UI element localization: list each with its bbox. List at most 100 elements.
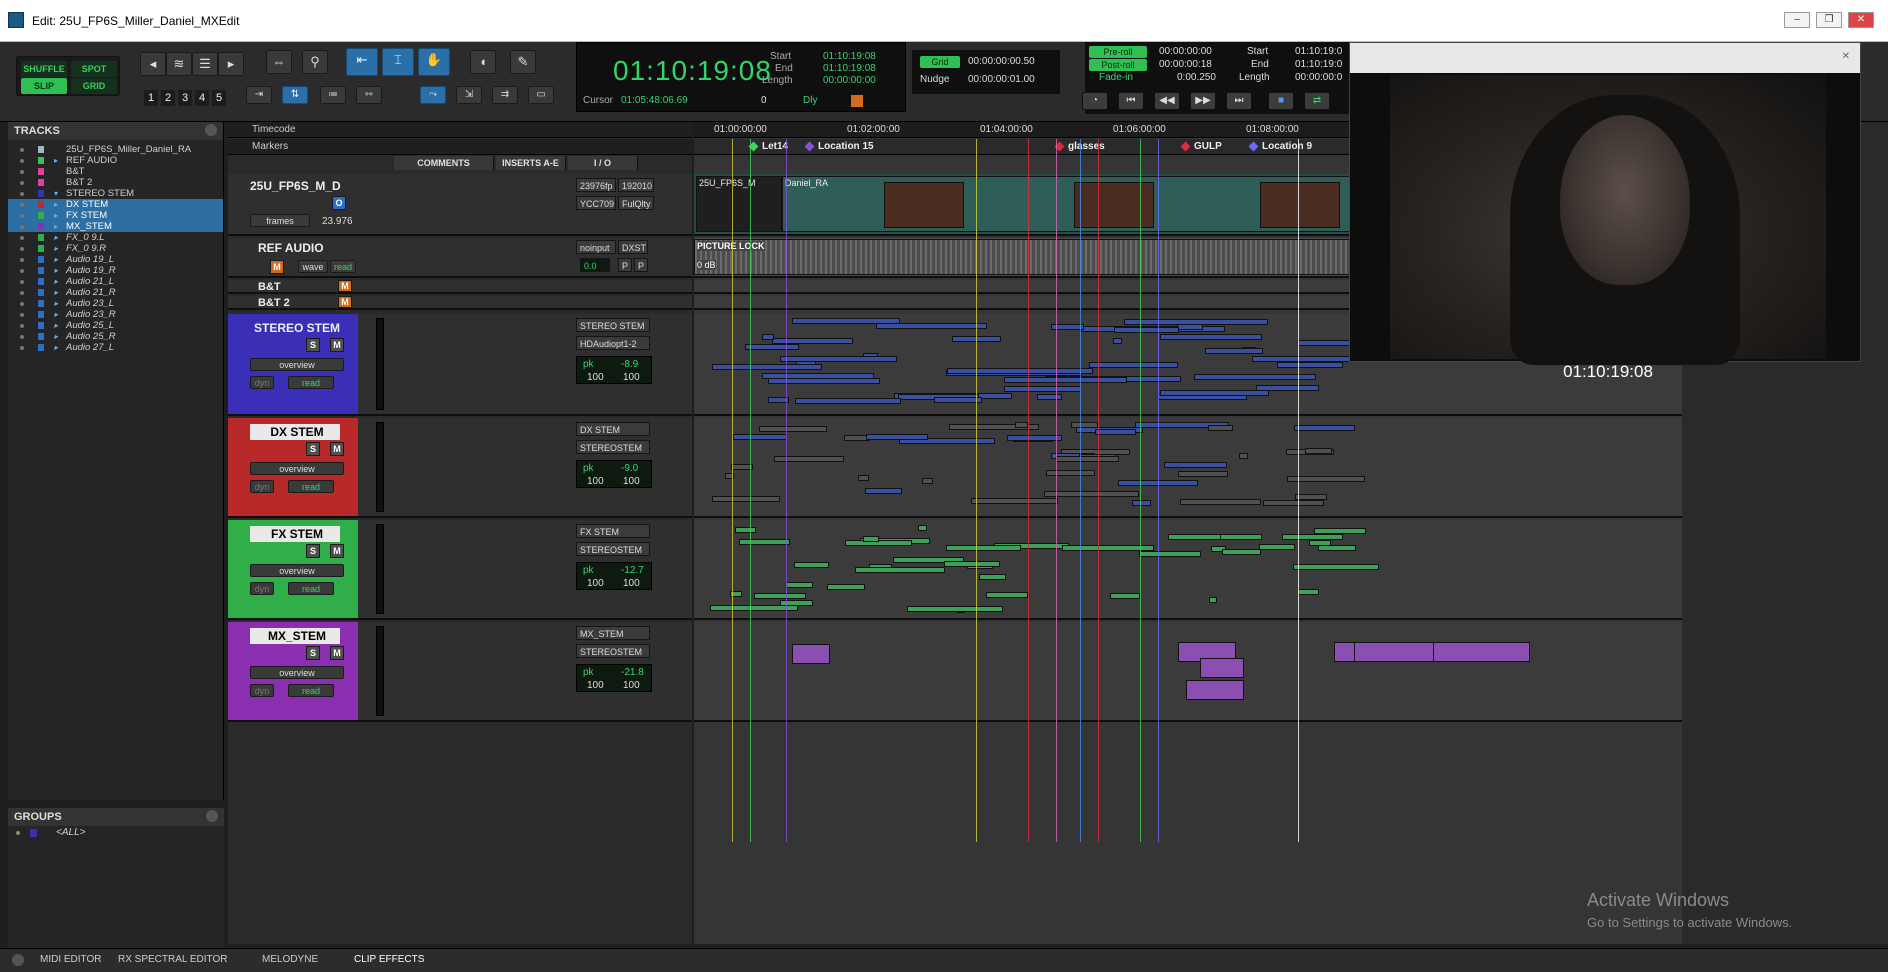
spot-mode-button[interactable]: SPOT	[71, 61, 117, 77]
track-show-dot-icon[interactable]	[20, 324, 24, 328]
search-icon[interactable]: ⚲	[302, 50, 328, 74]
zoom-preset-2[interactable]: 2	[161, 90, 175, 106]
audio-clip[interactable]	[762, 334, 774, 340]
audio-clip[interactable]	[947, 368, 1093, 374]
video-clip[interactable]: 25U_FP6S_M	[696, 176, 782, 232]
audio-clip[interactable]	[1164, 462, 1227, 468]
track-list-item[interactable]: ▸ Audio 25_R	[8, 331, 223, 342]
audio-clip[interactable]	[944, 561, 1000, 567]
automation-mode-dropdown[interactable]: read	[288, 376, 334, 389]
audio-clip[interactable]	[1178, 471, 1228, 477]
zoom-preset-1[interactable]: 1	[144, 90, 158, 106]
audio-clip[interactable]	[1208, 425, 1233, 431]
bt2-mute-button[interactable]: M	[338, 296, 352, 308]
waveform-zoom-icon[interactable]: ≋	[166, 52, 192, 76]
audio-clip[interactable]	[759, 426, 827, 432]
track-show-dot-icon[interactable]	[20, 192, 24, 196]
marker-location-9[interactable]: Location 9	[1248, 141, 1312, 152]
audio-clip[interactable]	[1294, 425, 1355, 431]
audio-clip[interactable]	[1239, 453, 1248, 459]
audio-clip[interactable]	[1295, 494, 1327, 500]
shuffle-mode-button[interactable]: SHUFFLE	[21, 61, 67, 77]
restore-button[interactable]: ❐	[1816, 12, 1842, 28]
preroll-toggle[interactable]: Pre-roll	[1089, 46, 1147, 58]
track-show-dot-icon[interactable]	[20, 302, 24, 306]
audio-clip[interactable]	[1263, 500, 1324, 506]
audio-clip[interactable]	[739, 539, 790, 545]
io-column-header[interactable]: I / O	[568, 156, 638, 170]
audio-clip[interactable]	[745, 344, 799, 350]
audio-clip[interactable]	[1071, 422, 1098, 428]
grid-toggle[interactable]: Grid	[920, 56, 960, 68]
audio-clip[interactable]	[1160, 334, 1262, 340]
audio-clip[interactable]	[1007, 435, 1062, 441]
audio-clip[interactable]	[1114, 327, 1179, 333]
video-track-name[interactable]: 25U_FP6S_M_D	[246, 178, 341, 194]
stem-output-selector[interactable]: STEREOSTEM	[576, 440, 650, 454]
rewind-icon[interactable]: ◀◀	[1154, 92, 1180, 110]
audio-clip[interactable]	[918, 525, 927, 531]
track-list-item[interactable]: ▸ Audio 23_R	[8, 309, 223, 320]
solo-button[interactable]: S	[306, 544, 320, 558]
video-quality[interactable]: FulQlty	[618, 196, 654, 210]
track-show-dot-icon[interactable]	[20, 203, 24, 207]
audio-clip[interactable]	[1110, 593, 1140, 599]
ref-audio-view-dropdown[interactable]: wave	[298, 260, 328, 273]
folder-toggle-icon[interactable]: ▸	[54, 309, 62, 320]
track-list-item[interactable]: ▸ Audio 21_R	[8, 287, 223, 298]
bt-track-name[interactable]: B&T	[254, 279, 281, 295]
automation-mode-dropdown[interactable]: read	[288, 684, 334, 697]
track-list-item[interactable]: 25U_FP6S_Miller_Daniel_RA	[8, 144, 223, 155]
tab-clip-effects[interactable]: CLIP EFFECTS	[354, 954, 424, 965]
track-show-dot-icon[interactable]	[20, 291, 24, 295]
audio-clip[interactable]	[1160, 390, 1269, 396]
pr-length-value[interactable]: 00:00:00:0	[1295, 72, 1342, 83]
mute-button[interactable]: M	[330, 338, 344, 352]
audio-clip[interactable]	[1004, 377, 1127, 383]
track-show-dot-icon[interactable]	[20, 159, 24, 163]
mute-button[interactable]: M	[330, 544, 344, 558]
track-show-dot-icon[interactable]	[20, 170, 24, 174]
ref-audio-name[interactable]: REF AUDIO	[254, 240, 324, 256]
track-list-item[interactable]: ▸ REF AUDIO	[8, 155, 223, 166]
track-list-item[interactable]: B&T 2	[8, 177, 223, 188]
track-show-dot-icon[interactable]	[20, 181, 24, 185]
track-list-item[interactable]: ▸ Audio 19_L	[8, 254, 223, 265]
audio-clip[interactable]	[774, 456, 844, 462]
dyn-button[interactable]: dyn	[250, 582, 274, 595]
track-list-item[interactable]: ▸ FX_0 9.L	[8, 232, 223, 243]
audio-clip[interactable]	[794, 562, 829, 568]
automation-mode-dropdown[interactable]: read	[288, 582, 334, 595]
return-to-zero-icon[interactable]: ⏮	[1118, 92, 1144, 110]
track-show-dot-icon[interactable]	[20, 225, 24, 229]
audio-clip[interactable]	[735, 527, 756, 533]
audio-clip[interactable]	[786, 582, 813, 588]
ref-audio-mute-button[interactable]: M	[270, 260, 284, 274]
audio-clip[interactable]	[934, 397, 982, 403]
folder-toggle-icon[interactable]: ▸	[54, 331, 62, 342]
folder-toggle-icon[interactable]: ▸	[54, 276, 62, 287]
folder-toggle-icon[interactable]: ▸	[54, 232, 62, 243]
track-list-item[interactable]: ▸ Audio 21_L	[8, 276, 223, 287]
folder-toggle-icon[interactable]: ▸	[54, 221, 62, 232]
grid-value[interactable]: 00:00:00:00.50	[968, 56, 1035, 67]
automation-follows-icon[interactable]: ⇲	[456, 86, 482, 104]
folder-toggle-icon[interactable]: ▸	[54, 287, 62, 298]
comments-column-header[interactable]: COMMENTS	[394, 156, 494, 170]
track-list-item[interactable]: ▸ FX STEM	[8, 210, 223, 221]
audio-clip[interactable]	[946, 545, 1021, 551]
frames-dropdown[interactable]: frames	[250, 214, 310, 227]
track-view-dropdown[interactable]: overview	[250, 564, 344, 577]
zoom-out-icon[interactable]: ◂	[140, 52, 166, 76]
dyn-button[interactable]: dyn	[250, 684, 274, 697]
postroll-value[interactable]: 00:00:00:18	[1159, 59, 1212, 70]
insertion-follows-icon[interactable]: ⇿	[356, 86, 382, 104]
start-value[interactable]: 01:10:19:08	[823, 51, 876, 62]
end-value[interactable]: 01:10:19:08	[823, 63, 876, 74]
track-list-item[interactable]: ▸ FX_0 9.R	[8, 243, 223, 254]
audio-clip[interactable]	[1205, 348, 1263, 354]
zoomer-tool-icon[interactable]: ⇔	[266, 50, 292, 74]
main-timecode[interactable]: 01:10:19:08	[613, 55, 772, 87]
window-config-icon[interactable]: ▭	[528, 86, 554, 104]
stem-track-name[interactable]: STEREO STEM	[250, 320, 340, 336]
